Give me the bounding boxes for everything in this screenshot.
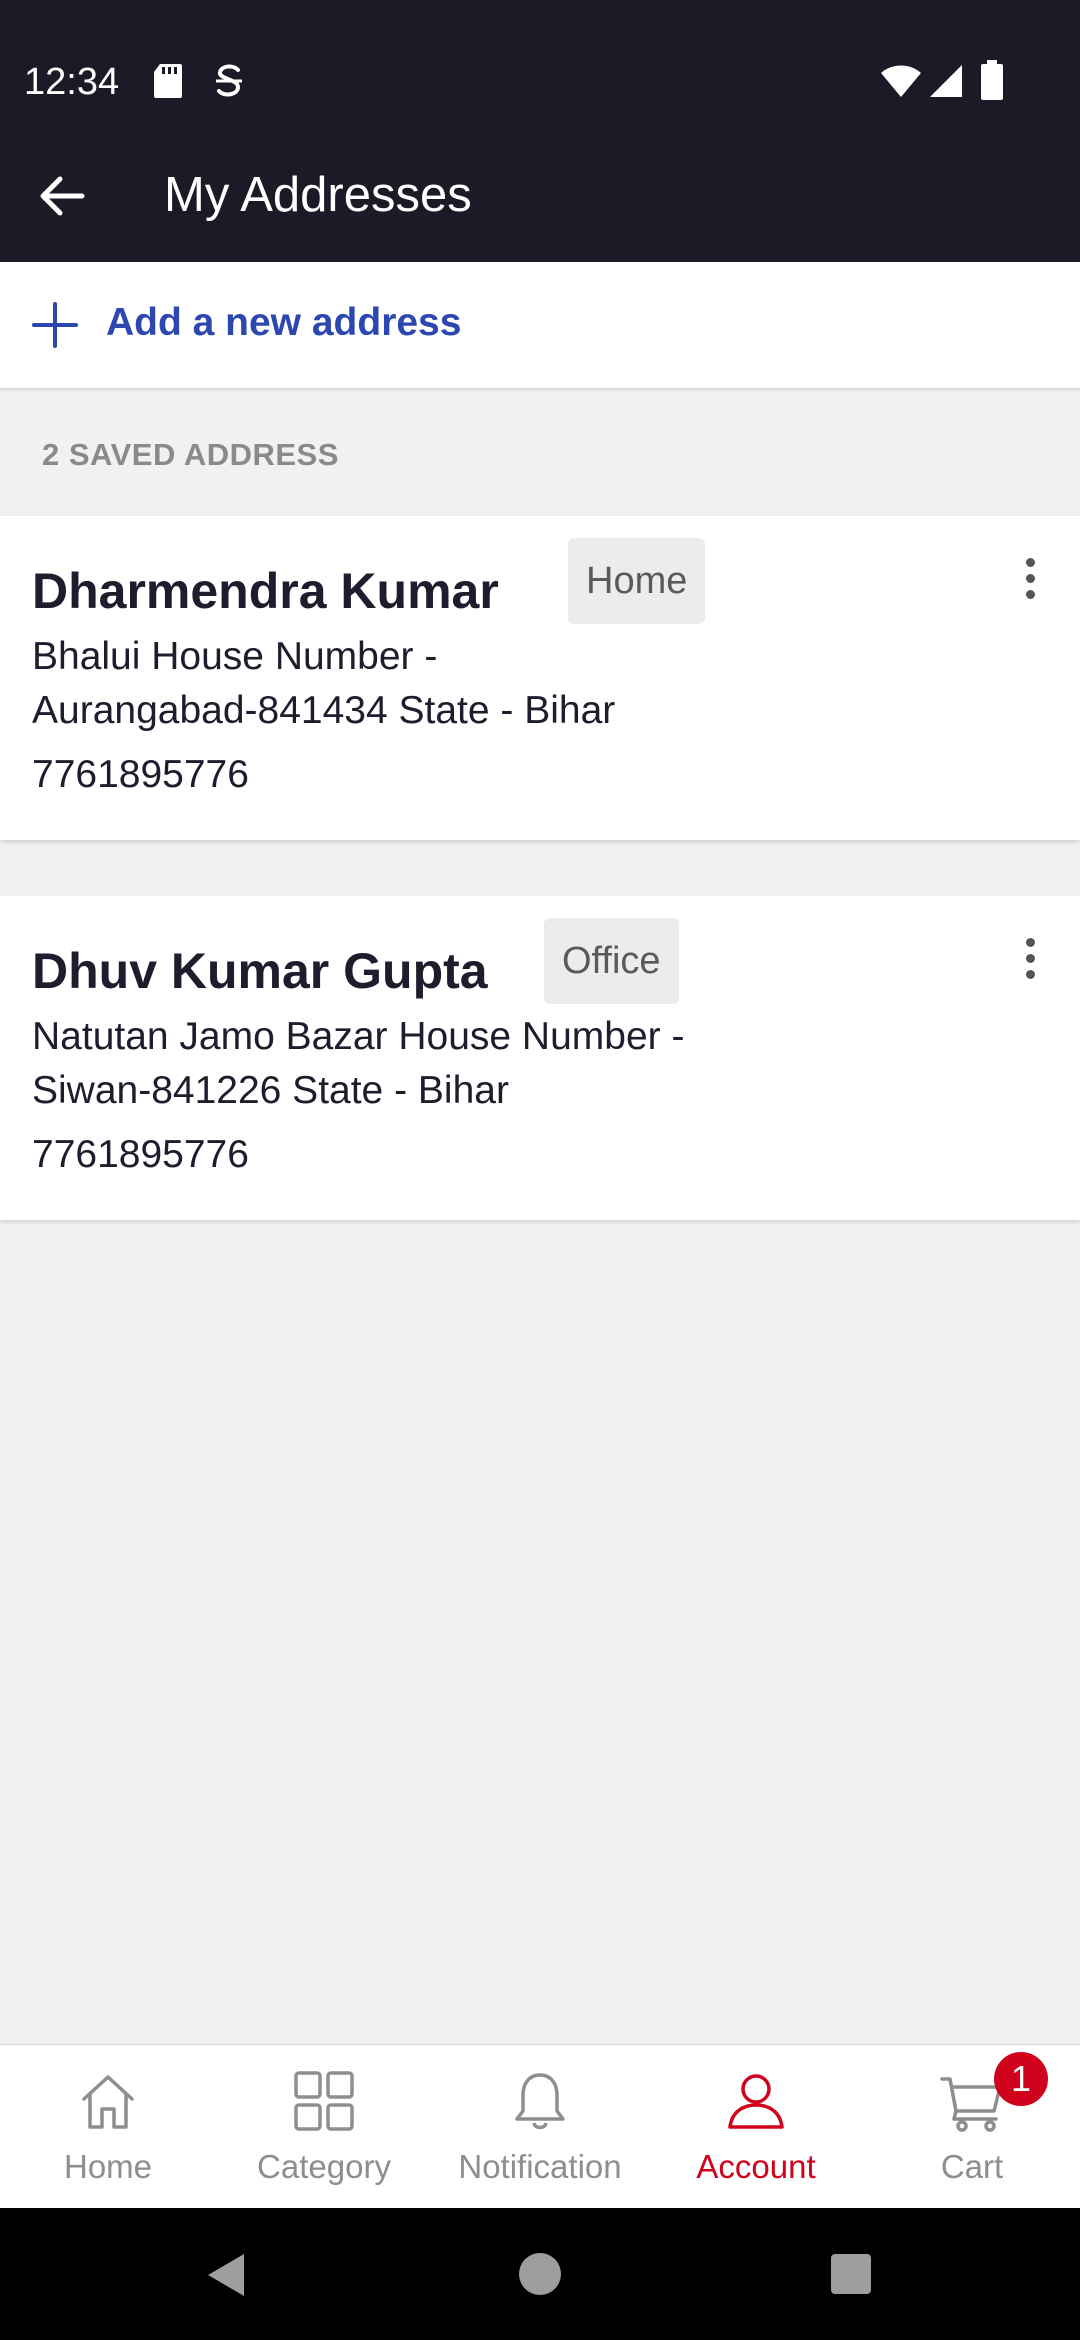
nav-item-notification[interactable]: Notification	[432, 2045, 648, 2209]
back-button[interactable]	[30, 164, 94, 228]
s-notification-icon	[214, 62, 244, 105]
sd-card-icon	[152, 62, 184, 105]
address-tag: Home	[568, 538, 706, 624]
nav-label: Category	[257, 2148, 391, 2185]
more-options-button[interactable]	[1010, 546, 1050, 610]
nav-item-category[interactable]: Category	[216, 2045, 432, 2209]
nav-label: Cart	[940, 2148, 1004, 2185]
address-phone: 7761895776	[32, 753, 249, 796]
cart-badge: 1	[994, 2052, 1048, 2106]
nav-label: Notification	[458, 2148, 622, 2185]
bell-icon	[508, 2069, 572, 2133]
add-address-label: Add a new address	[106, 301, 462, 344]
wifi-icon	[880, 64, 922, 103]
system-back-button[interactable]	[204, 2252, 246, 2303]
add-address-button[interactable]: Add a new address	[0, 262, 1080, 388]
address-line-2: Aurangabad-841434 State - Bihar	[32, 689, 616, 732]
address-card[interactable]: Dharmendra Kumar Home Bhalui House Numbe…	[0, 516, 1080, 840]
address-line-1: Natutan Jamo Bazar House Number -	[32, 1015, 685, 1058]
address-tag: Office	[544, 918, 679, 1004]
top-bar: 12:34 My Addresses	[0, 0, 1080, 262]
address-line-2: Siwan-841226 State - Bihar	[32, 1069, 509, 1112]
saved-address-count: 2 SAVED ADDRESS	[42, 437, 339, 472]
nav-label: Account	[696, 2148, 816, 2185]
page-title: My Addresses	[164, 168, 472, 222]
address-phone: 7761895776	[32, 1133, 249, 1176]
system-navigation-bar	[0, 2208, 1080, 2340]
system-home-button[interactable]	[518, 2252, 562, 2301]
home-icon	[76, 2069, 140, 2133]
arrow-left-icon	[40, 176, 85, 216]
bottom-navigation: Home Category Notification Account Cart	[0, 2044, 1080, 2208]
address-name: Dharmendra Kumar	[32, 563, 499, 619]
plus-icon	[32, 302, 78, 348]
nav-item-account[interactable]: Account	[648, 2045, 864, 2209]
nav-item-home[interactable]: Home	[0, 2045, 216, 2209]
grid-icon	[292, 2069, 356, 2133]
more-vert-icon	[1025, 557, 1035, 567]
signal-icon	[928, 64, 964, 103]
system-recents-button[interactable]	[830, 2252, 872, 2301]
address-name: Dhuv Kumar Gupta	[32, 943, 488, 999]
status-time: 12:34	[24, 61, 120, 103]
user-icon	[724, 2069, 788, 2133]
nav-label: Home	[63, 2148, 153, 2185]
nav-item-cart[interactable]: Cart	[864, 2045, 1080, 2209]
address-line-1: Bhalui House Number -	[32, 635, 438, 678]
battery-icon	[980, 60, 1004, 105]
address-card[interactable]: Dhuv Kumar Gupta Office Natutan Jamo Baz…	[0, 896, 1080, 1220]
more-vert-icon	[1025, 937, 1035, 947]
more-options-button[interactable]	[1010, 926, 1050, 990]
